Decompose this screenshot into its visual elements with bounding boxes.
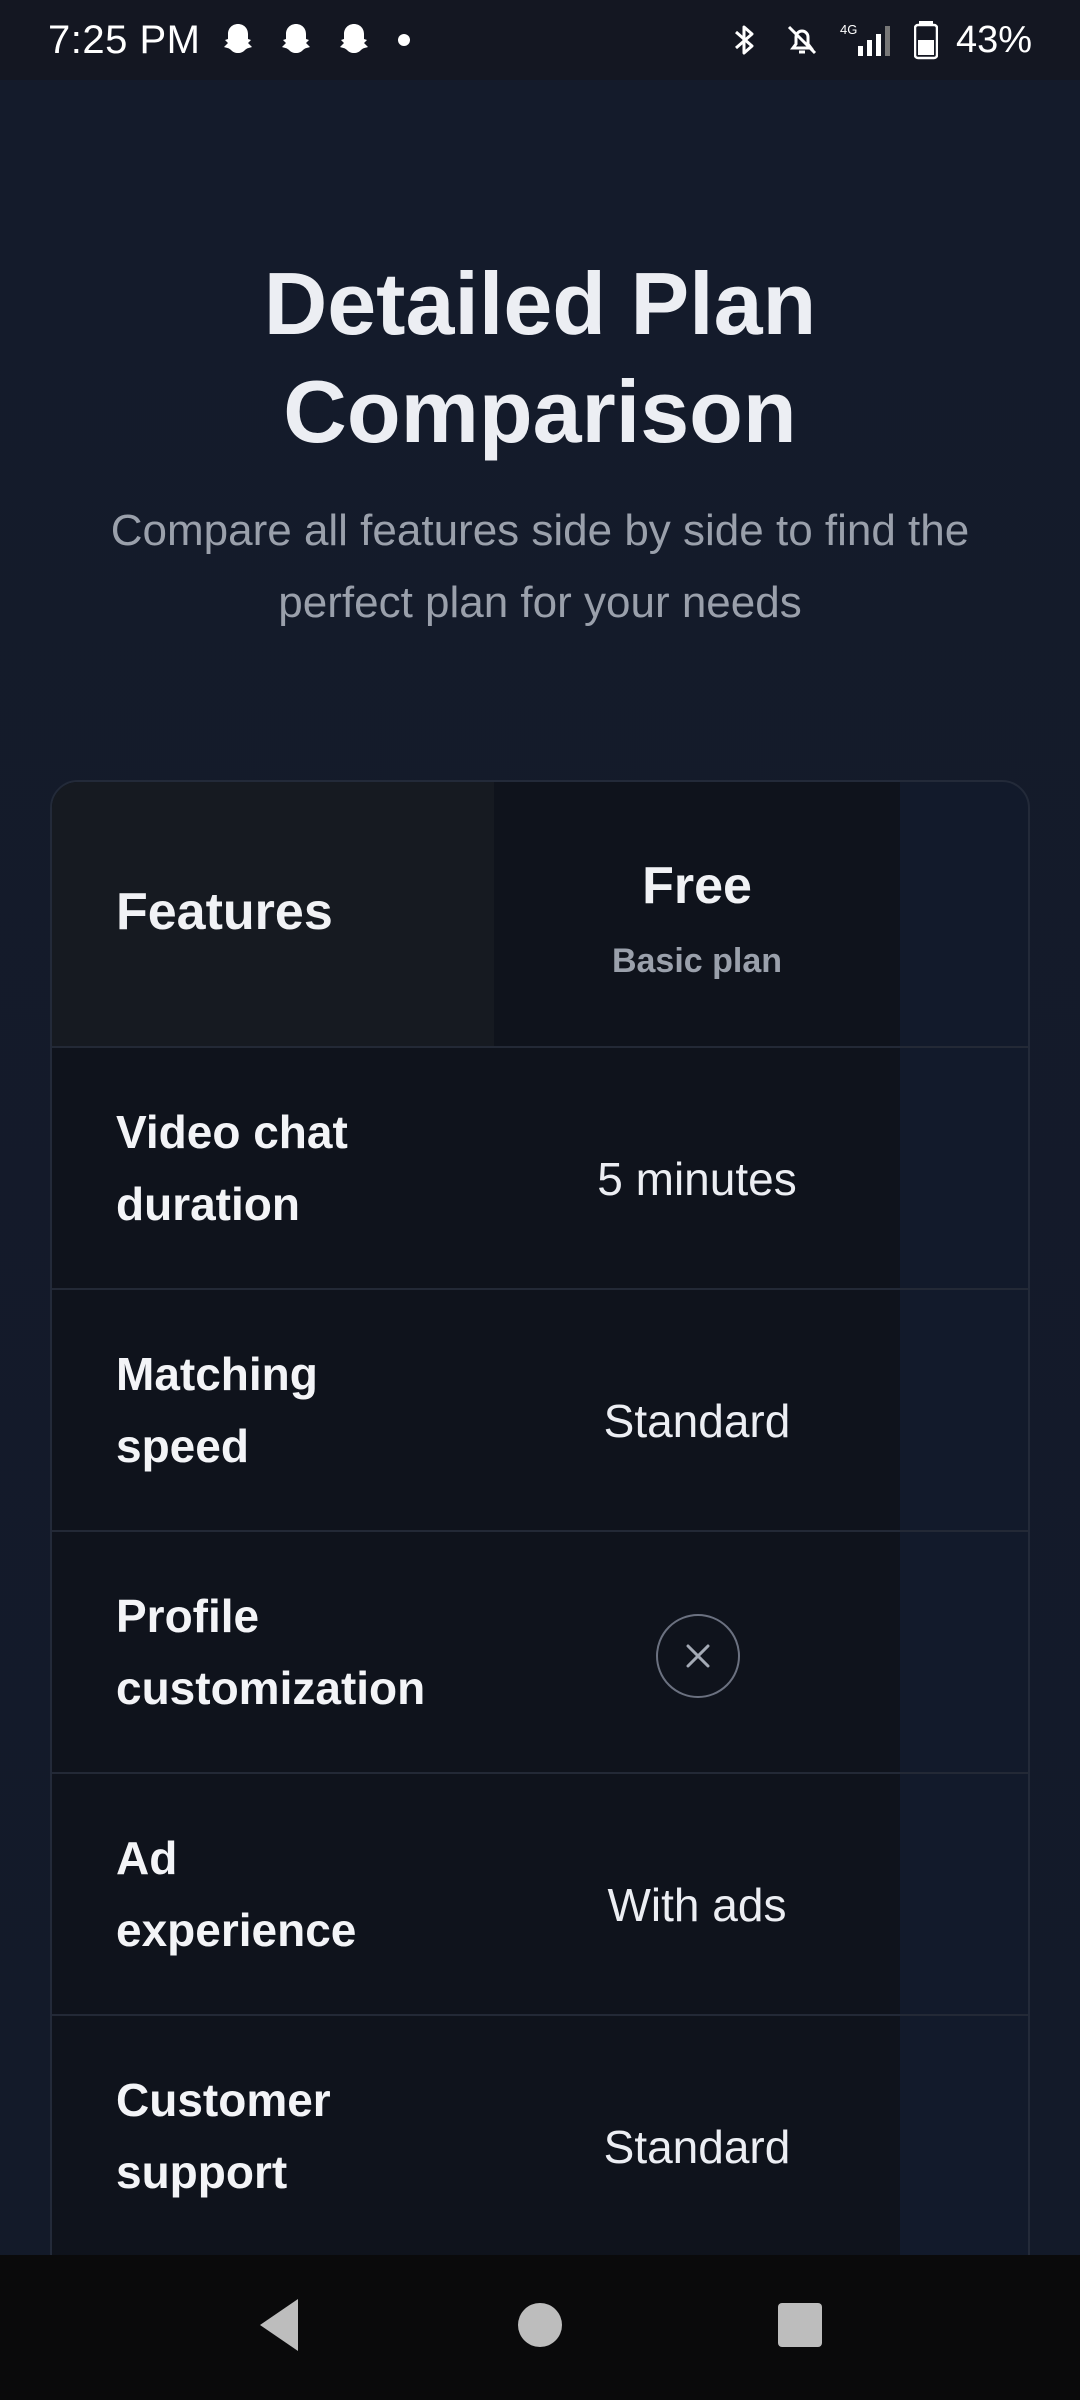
battery-percent: 43% [955, 18, 1032, 61]
snapchat-icon [340, 24, 369, 53]
navigation-bar [0, 2255, 1080, 2400]
row-label-line2: customization [116, 1662, 426, 1714]
page-subtitle: Compare all features side by side to fin… [60, 495, 1020, 639]
network-type: 4G [840, 22, 857, 37]
battery-icon [913, 21, 938, 60]
plan-name: Free [642, 857, 752, 915]
status-bar-right: 4G 43% [724, 19, 1032, 62]
row-divider [52, 1046, 1028, 1048]
row-label-ad-experience: Ad experience [116, 1822, 476, 1966]
status-bar-left: 7:25 PM [48, 17, 411, 63]
status-time: 7:25 PM [48, 17, 201, 62]
row-label-line2: duration [116, 1178, 300, 1230]
row-label-matching-speed: Matching speed [116, 1338, 476, 1482]
features-header: Features [116, 883, 333, 941]
row-label-profile-customization: Profile customization [116, 1580, 476, 1724]
recents-icon[interactable] [776, 2295, 824, 2355]
x-circle-icon [656, 1614, 740, 1698]
row-label-line1: Video chat [116, 1106, 348, 1158]
home-icon[interactable] [516, 2295, 564, 2355]
plan-subtitle: Basic plan [611, 942, 783, 980]
row-value-customer-support: Standard [603, 2121, 791, 2173]
row-divider [52, 1772, 1028, 1774]
row-label-customer-support: Customer support [116, 2064, 476, 2208]
mute-bell-icon [787, 25, 816, 55]
bluetooth-icon [734, 25, 754, 55]
page-title-line2: Comparison [283, 362, 797, 461]
row-label-line1: Profile [116, 1590, 260, 1642]
row-label-line1: Customer [116, 2074, 331, 2126]
row-label-line1: Matching [116, 1348, 318, 1400]
close-icon [686, 1644, 710, 1668]
snapchat-icon [224, 24, 253, 53]
page-subtitle-line1: Compare all features side by side to fin… [110, 506, 970, 555]
comparison-table: Features Free Basic plan Video chat dura… [50, 780, 1030, 2255]
row-value-video-chat-duration: 5 minutes [597, 1153, 797, 1205]
page-title-line1: Detailed Plan [263, 254, 817, 353]
page-title: Detailed Plan Comparison [0, 250, 1080, 466]
signal-icon: 4G [840, 22, 890, 56]
row-label-line2: support [116, 2146, 288, 2198]
row-label-line1: Ad [116, 1832, 178, 1884]
snapchat-icon [282, 24, 311, 53]
row-divider [52, 1288, 1028, 1290]
row-divider [52, 2014, 1028, 2016]
more-notifications-dot [398, 34, 411, 46]
row-label-line2: speed [116, 1420, 249, 1472]
row-divider [52, 1530, 1028, 1532]
page-subtitle-line2: perfect plan for your needs [278, 578, 802, 627]
row-value-matching-speed: Standard [603, 1395, 791, 1447]
plan-comparison-page: Detailed Plan Comparison Compare all fea… [0, 80, 1080, 2255]
row-value-ad-experience: With ads [607, 1879, 787, 1931]
back-icon[interactable] [254, 2295, 302, 2355]
row-label-line2: experience [116, 1904, 357, 1956]
row-label-video-chat-duration: Video chat duration [116, 1096, 476, 1240]
status-bar: 7:25 PM 4G 43% [0, 0, 1080, 80]
